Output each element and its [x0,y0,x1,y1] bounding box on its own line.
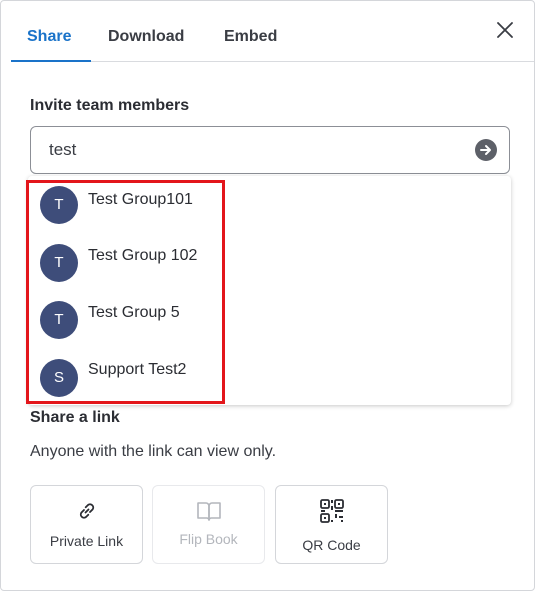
invite-search-input[interactable] [49,127,469,173]
submit-button[interactable] [475,139,497,161]
private-link-button[interactable]: Private Link [30,485,143,564]
result-label: Test Group 5 [88,304,180,321]
result-label: Support Test2 [88,361,187,378]
tab-embed[interactable]: Embed [224,28,277,46]
avatar: T [40,186,78,224]
avatar: T [40,301,78,339]
share-link-description: Anyone with the link can view only. [30,443,277,460]
share-link-title: Share a link [30,409,120,426]
result-label: Test Group 102 [88,247,198,264]
result-item[interactable]: S Support Test2 [28,353,224,407]
arrow-right-icon [480,145,491,155]
result-label: Test Group101 [88,191,193,208]
search-results-dropdown: T Test Group101 T Test Group 102 T Test … [28,176,511,405]
close-icon [497,22,513,38]
invite-search-box [30,126,510,174]
active-tab-indicator [11,60,91,62]
option-label: Private Link [49,533,124,549]
result-item[interactable]: T Test Group 102 [28,238,224,292]
qr-code-button[interactable]: QR Code [275,485,388,564]
invite-title: Invite team members [30,97,190,114]
result-item[interactable]: T Test Group 5 [28,295,224,349]
share-dialog: Share Download Embed Invite team members… [0,0,535,591]
option-label: Flip Book [179,531,238,547]
avatar: S [40,359,78,397]
link-icon [79,503,94,519]
tab-share[interactable]: Share [27,28,71,46]
option-label: QR Code [302,537,361,553]
avatar: T [40,244,78,282]
result-item[interactable]: T Test Group101 [28,180,224,234]
qr-code-icon [319,499,344,523]
close-button[interactable] [495,20,515,40]
flip-book-button[interactable]: Flip Book [152,485,265,564]
tab-download[interactable]: Download [108,28,184,46]
book-icon [196,502,221,521]
tab-bar: Share Download Embed [11,1,534,62]
